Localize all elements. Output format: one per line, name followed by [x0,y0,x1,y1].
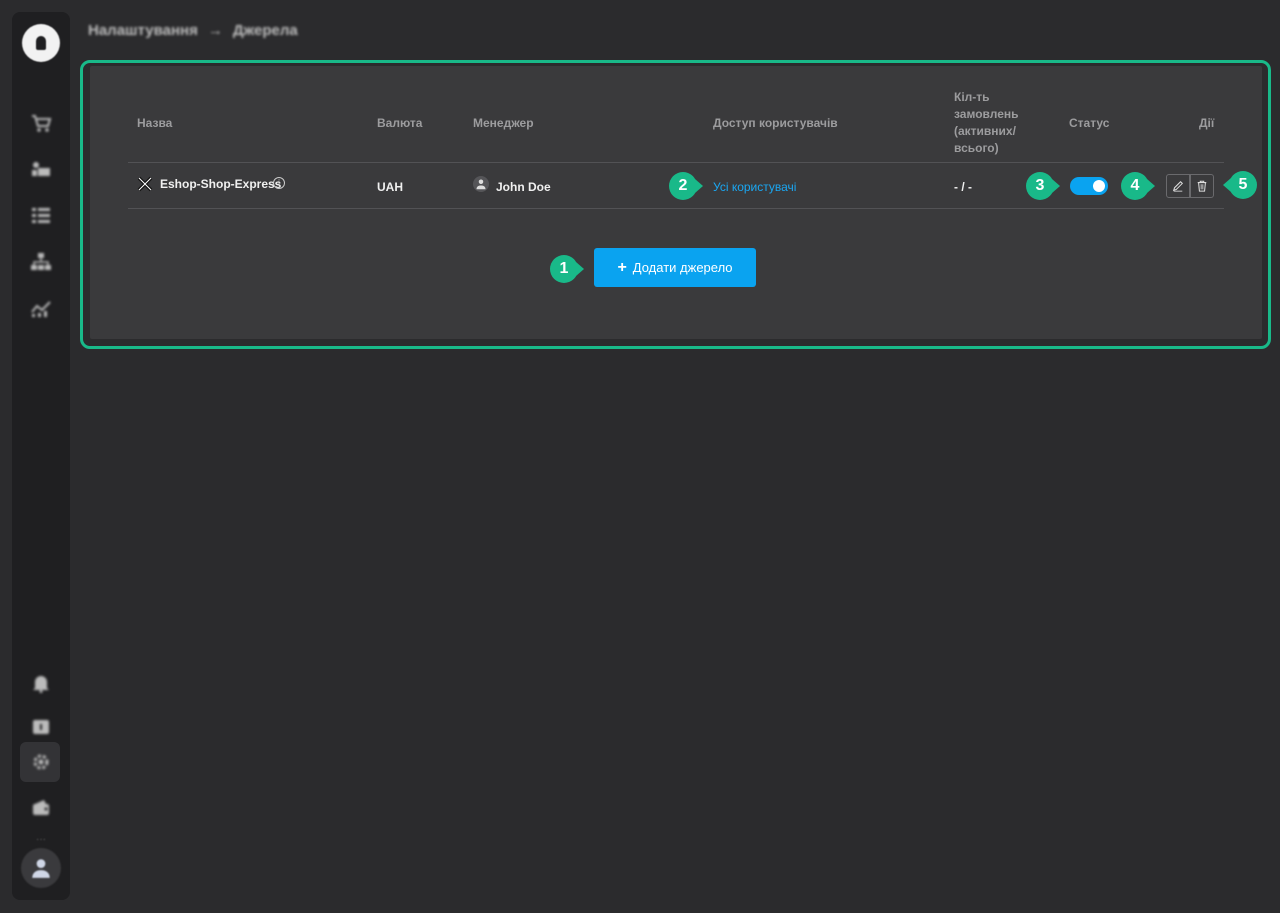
manager-avatar-icon [473,176,489,192]
header-orders-line4: всього) [954,141,999,155]
add-source-button[interactable]: + Додати джерело [594,248,756,287]
wallet-icon[interactable] [28,797,54,819]
header-orders-line2: замовлень [954,107,1019,121]
header-orders-line1: Кіл-ть [954,90,990,104]
access-link[interactable]: Усі користувачі [713,180,796,194]
header-manager: Менеджер [473,116,534,130]
breadcrumb-parent[interactable]: Налаштування [88,22,198,39]
status-toggle-knob [1093,180,1105,192]
add-source-label: Додати джерело [632,260,733,275]
info-icon[interactable]: i [273,177,285,189]
user-avatar-icon[interactable] [21,848,61,888]
callout-badge-1: 1 [550,255,584,283]
source-logo-icon [137,176,153,192]
analytics-icon[interactable] [28,297,54,319]
trash-icon [1197,180,1207,192]
breadcrumb: Налаштування → Джерела [88,22,298,39]
settings-icon[interactable] [28,751,54,773]
orders-count: - / - [954,180,972,194]
plus-icon: + [617,258,627,276]
pencil-icon [1172,180,1184,192]
row-divider [128,208,1224,209]
delete-button[interactable] [1190,174,1214,198]
callout-badge-5: 5 [1223,171,1257,199]
delivery-icon[interactable] [28,158,54,180]
header-actions: Дії [1199,116,1215,130]
logo-icon[interactable] [22,24,60,62]
list-icon[interactable] [28,205,54,227]
hierarchy-icon[interactable] [28,251,54,273]
breadcrumb-separator: → [207,22,223,39]
header-access: Доступ користувачів [713,116,838,130]
header-orders-line3: (активних/ [954,124,1016,138]
callout-badge-4: 4 [1121,172,1155,200]
cart-icon[interactable] [28,112,54,134]
header-name: Назва [137,116,173,130]
callout-badge-3: 3 [1026,172,1060,200]
header-orders: Кіл-ть замовлень (активних/ всього) [954,89,1019,157]
divider-dots: ··· [36,834,46,845]
header-status: Статус [1069,116,1110,130]
status-toggle[interactable] [1070,177,1108,195]
source-name: Eshop-Shop-Express [160,177,282,191]
breadcrumb-current: Джерела [232,22,298,39]
manager-name: John Doe [496,180,551,194]
sidebar: ··· [12,12,70,900]
sources-panel [90,66,1262,339]
edit-button[interactable] [1166,174,1190,198]
callout-badge-2: 2 [669,172,703,200]
header-divider [128,162,1224,163]
bell-icon[interactable] [28,672,54,694]
header-currency: Валюта [377,116,423,130]
help-icon[interactable] [28,717,54,739]
currency-value: UAH [377,180,403,194]
